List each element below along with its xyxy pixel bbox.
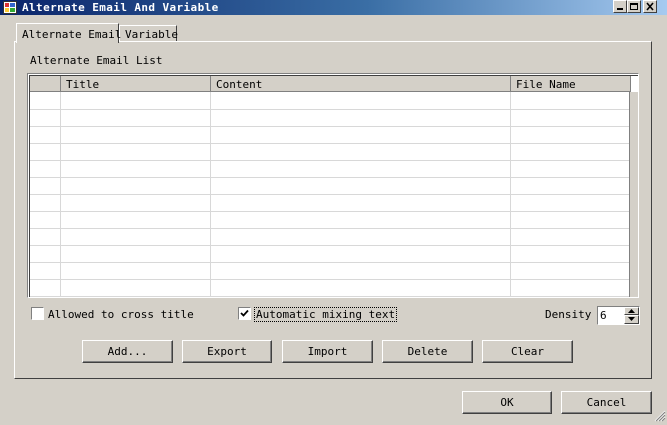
window-title: Alternate Email And Variable (22, 1, 219, 14)
title-bar[interactable]: Alternate Email And Variable (0, 0, 667, 15)
alternate-email-table[interactable]: Title Content File Name (27, 73, 639, 298)
maximize-button[interactable] (627, 0, 641, 13)
cross-title-checkbox[interactable] (31, 307, 44, 320)
add-button[interactable]: Add... (82, 340, 173, 363)
import-button[interactable]: Import (282, 340, 373, 363)
cross-title-label[interactable]: Allowed to cross title (48, 308, 194, 321)
tab-variable[interactable]: Variable (119, 25, 178, 41)
alternate-email-list-label: Alternate Email List (30, 54, 163, 67)
density-input[interactable] (600, 308, 622, 322)
column-header-title[interactable]: Title (61, 76, 211, 92)
tab-alternate-email-label: Alternate Email (22, 28, 122, 41)
app-icon[interactable] (3, 1, 17, 14)
tab-variable-label: Variable (125, 28, 178, 41)
column-header-content[interactable]: Content (211, 76, 511, 92)
density-spinner[interactable] (597, 306, 640, 325)
density-up-button[interactable] (624, 307, 639, 315)
clear-button[interactable]: Clear (482, 340, 573, 363)
density-down-button[interactable] (624, 315, 639, 324)
delete-button[interactable]: Delete (382, 340, 473, 363)
column-header-file-name[interactable]: File Name (511, 76, 631, 92)
automatic-mixing-label[interactable]: Automatic mixing text (254, 307, 398, 322)
row-header-corner[interactable] (30, 76, 61, 92)
resize-grip-icon[interactable] (653, 409, 666, 422)
density-label: Density (545, 308, 592, 321)
cancel-button[interactable]: Cancel (561, 391, 652, 414)
automatic-mixing-checkbox[interactable] (238, 307, 251, 320)
export-button[interactable]: Export (182, 340, 272, 363)
tab-alternate-email[interactable]: Alternate Email (16, 23, 122, 43)
ok-button[interactable]: OK (462, 391, 552, 414)
table-vertical-scrollbar[interactable] (629, 92, 638, 297)
close-button[interactable] (643, 0, 657, 13)
minimize-button[interactable] (613, 0, 627, 13)
